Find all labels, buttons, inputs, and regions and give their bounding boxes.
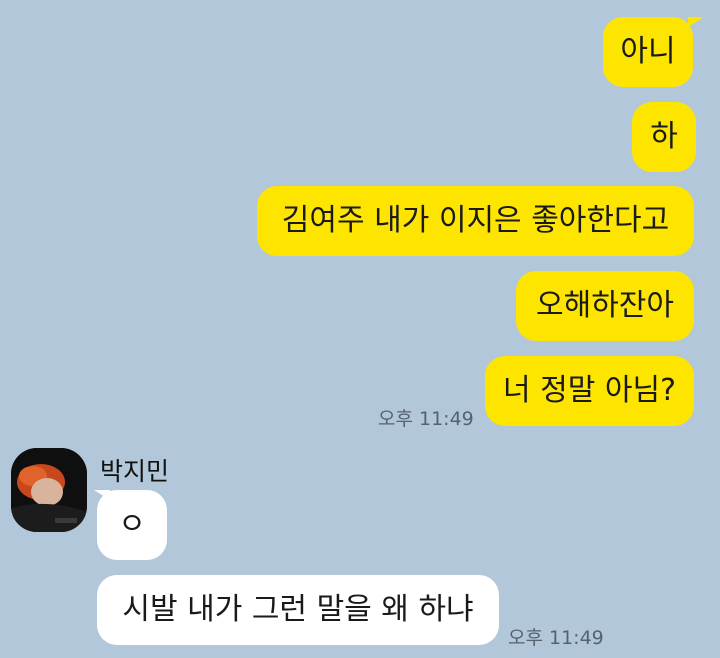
message-text: 하 xyxy=(650,119,678,154)
incoming-message[interactable]: ㅇ xyxy=(97,490,167,560)
outgoing-message[interactable]: 너 정말 아님? xyxy=(485,356,694,426)
message-text: 김여주 내가 이지은 좋아한다고 xyxy=(281,203,670,238)
avatar[interactable] xyxy=(11,448,87,532)
message-text: 아니 xyxy=(620,34,676,69)
bubble-tail xyxy=(688,17,704,27)
outgoing-message[interactable]: 오해하잔아 xyxy=(516,271,694,341)
profile-photo-icon xyxy=(11,448,87,532)
incoming-message[interactable]: 시발 내가 그런 말을 왜 하냐 xyxy=(97,575,499,645)
outgoing-message[interactable]: 아니 xyxy=(603,17,693,87)
message-text: ㅇ xyxy=(118,507,146,542)
message-text: 시발 내가 그런 말을 왜 하냐 xyxy=(122,592,474,627)
outgoing-message[interactable]: 하 xyxy=(632,102,696,172)
sender-name: 박지민 xyxy=(100,457,170,486)
outgoing-message[interactable]: 김여주 내가 이지은 좋아한다고 xyxy=(257,186,694,256)
message-timestamp: 오후 11:49 xyxy=(378,408,474,430)
message-text: 오해하잔아 xyxy=(536,288,674,323)
message-timestamp: 오후 11:49 xyxy=(508,627,604,649)
message-text: 너 정말 아님? xyxy=(503,373,676,408)
